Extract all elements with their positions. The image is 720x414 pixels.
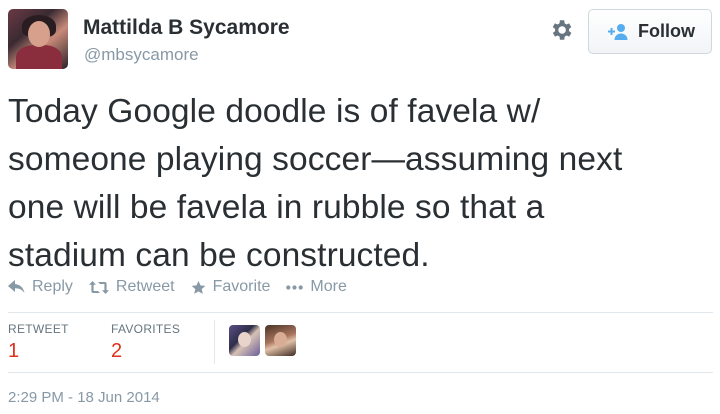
favoriter-avatar-face (238, 332, 251, 347)
favoriter-avatar[interactable] (229, 325, 260, 356)
add-user-icon (605, 23, 629, 41)
retweet-stat[interactable]: RETWEET 1 (8, 322, 69, 363)
retweet-count: 1 (8, 340, 20, 362)
user-handle[interactable]: @mbsycamore (84, 45, 199, 65)
star-icon (191, 280, 206, 295)
user-avatar[interactable] (8, 9, 68, 69)
more-button[interactable]: More (286, 278, 347, 296)
retweet-icon (88, 280, 109, 294)
tweet-text-line: Today Google doodle is of favela w/ (8, 93, 541, 130)
favorites-stat[interactable]: FAVORITES 2 (111, 322, 180, 363)
favorite-button[interactable]: Favorite (191, 278, 271, 296)
favorites-stat-label: FAVORITES (111, 322, 181, 336)
reply-button[interactable]: Reply (8, 278, 73, 296)
tweet-timestamp[interactable]: 2:29 PM - 18 Jun 2014 (8, 389, 160, 406)
reply-icon (8, 280, 25, 294)
more-label: More (310, 278, 347, 295)
stats-divider (214, 320, 215, 364)
tweet-text-line: someone playing soccer—assuming next (8, 141, 623, 178)
follow-button[interactable]: Follow (588, 9, 712, 54)
avatar-figure-face (28, 21, 50, 47)
favoriter-avatar-face (274, 332, 287, 347)
avatar-figure-body (16, 45, 62, 69)
divider-bottom (8, 372, 713, 373)
tweet-text-line: one will be favela in rubble so that a (8, 189, 545, 226)
retweet-stat-label: RETWEET (8, 322, 69, 336)
tweet-text: Today Google doodle is of favela w/ some… (8, 88, 708, 280)
retweet-button[interactable]: Retweet (88, 278, 175, 296)
favorite-label: Favorite (212, 278, 271, 295)
tweet-text-line: stadium can be constructed. (8, 237, 430, 274)
user-name[interactable]: Mattilda B Sycamore (83, 16, 290, 40)
favoriter-avatar[interactable] (265, 325, 296, 356)
more-dots-icon (286, 284, 304, 290)
retweet-label: Retweet (115, 278, 175, 295)
gear-icon[interactable] (548, 17, 574, 43)
divider-top (8, 312, 713, 313)
favorites-count: 2 (111, 340, 123, 362)
follow-button-label: Follow (638, 21, 695, 41)
reply-label: Reply (32, 278, 73, 295)
tweet-actions: Reply Retweet Favorite More (8, 276, 363, 298)
